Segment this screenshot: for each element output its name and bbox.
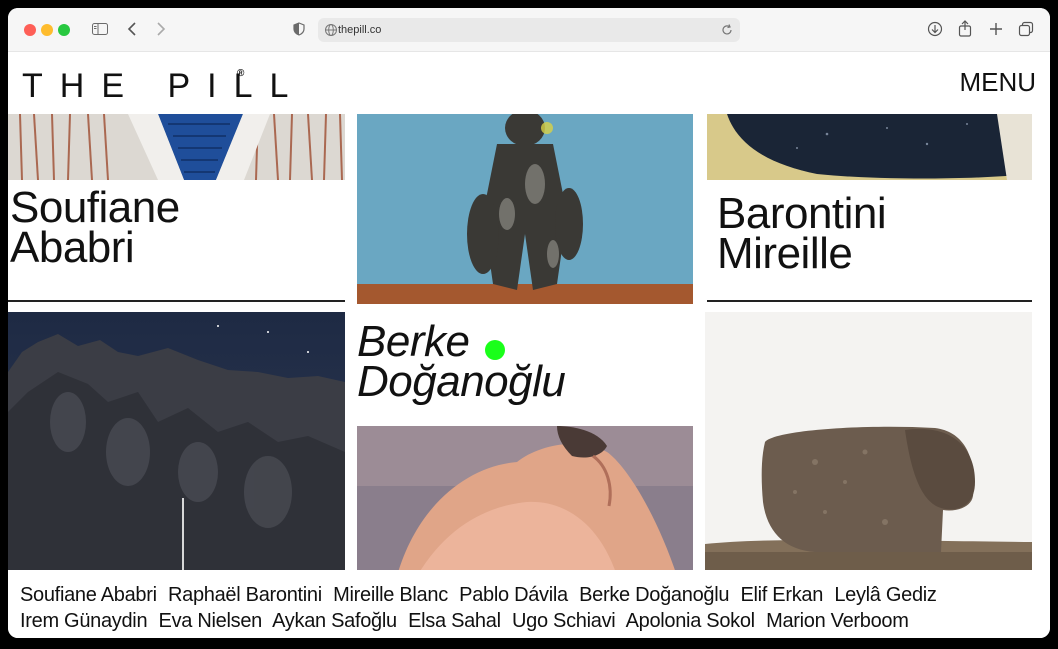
registered-mark: ®	[237, 68, 245, 79]
divider	[707, 300, 1032, 302]
share-icon[interactable]	[956, 18, 974, 40]
zoom-window-button[interactable]	[58, 24, 70, 36]
browser-window: thepill.co THE PILL ® MENU Soufiane Abab…	[8, 8, 1050, 638]
artwork-rock-night[interactable]	[8, 312, 345, 576]
artist-link[interactable]: Leylâ Gediz	[834, 584, 937, 606]
green-dot-indicator	[485, 340, 505, 360]
artist-link[interactable]: Mireille Blanc	[333, 584, 448, 606]
menu-button[interactable]: MENU	[959, 66, 1036, 98]
artist-link[interactable]: Apolonia Sokol	[626, 610, 756, 632]
artist-link[interactable]: Eva Nielsen	[159, 610, 263, 632]
feature-name-ababri[interactable]: Soufiane Ababri	[10, 183, 180, 272]
feature-name-barontini[interactable]: Barontini Mireille	[717, 189, 887, 278]
feature-name-last: Doğanoğlu	[357, 357, 566, 406]
minimize-window-button[interactable]	[41, 24, 53, 36]
address-bar[interactable]: thepill.co	[318, 18, 740, 42]
feature-name-first: Barontini	[717, 189, 887, 238]
artwork-dark-portrait[interactable]	[707, 114, 1032, 180]
downloads-icon[interactable]	[926, 18, 944, 40]
artwork-sculpture-blue[interactable]	[357, 114, 693, 304]
site-logo[interactable]: THE PILL	[22, 68, 305, 104]
artwork-painted-back[interactable]	[357, 426, 693, 576]
feature-name-doganoglu[interactable]: Berke Doğanoğlu	[357, 317, 566, 406]
globe-icon	[325, 24, 337, 36]
feature-name-last: Ababri	[10, 223, 135, 272]
feature-name-first: Berke	[357, 317, 470, 366]
artist-index: Soufiane Ababri Raphaël Barontini Mireil…	[8, 570, 1050, 638]
divider	[8, 300, 345, 302]
artist-link[interactable]: Marion Verboom	[766, 610, 909, 632]
artwork-stone-sculpture[interactable]	[705, 312, 1032, 576]
artist-link[interactable]: Elif Erkan	[740, 584, 823, 606]
privacy-shield-icon[interactable]	[290, 18, 308, 40]
close-window-button[interactable]	[24, 24, 36, 36]
forward-icon[interactable]	[153, 18, 169, 40]
artist-link[interactable]: Aykan Safoğlu	[272, 610, 397, 632]
feature-name-last: Mireille	[717, 229, 853, 278]
address-url: thepill.co	[338, 24, 382, 36]
artist-link[interactable]: Irem Günaydin	[20, 610, 148, 632]
artist-link[interactable]: Raphaël Barontini	[168, 584, 322, 606]
new-tab-icon[interactable]	[987, 18, 1005, 40]
reload-icon[interactable]	[720, 23, 734, 37]
artist-link[interactable]: Daniel Otero Torres	[20, 636, 188, 638]
artist-link[interactable]: Ugo Schiavi	[512, 610, 616, 632]
browser-toolbar: thepill.co	[8, 8, 1050, 52]
sidebar-icon[interactable]	[90, 18, 110, 40]
artist-link[interactable]: Berke Doğanoğlu	[579, 584, 729, 606]
tab-overview-icon[interactable]	[1016, 18, 1036, 40]
artist-link[interactable]: Soufiane Ababri	[20, 584, 157, 606]
artist-link[interactable]: Pablo Dávila	[459, 584, 568, 606]
feature-name-first: Soufiane	[10, 183, 180, 232]
back-icon[interactable]	[124, 18, 140, 40]
artist-grid: Soufiane Ababri Berke Doğanoğlu Barontin…	[8, 114, 1050, 638]
artist-link[interactable]: Elsa Sahal	[408, 610, 501, 632]
artwork-drawing-figure[interactable]	[8, 114, 345, 180]
